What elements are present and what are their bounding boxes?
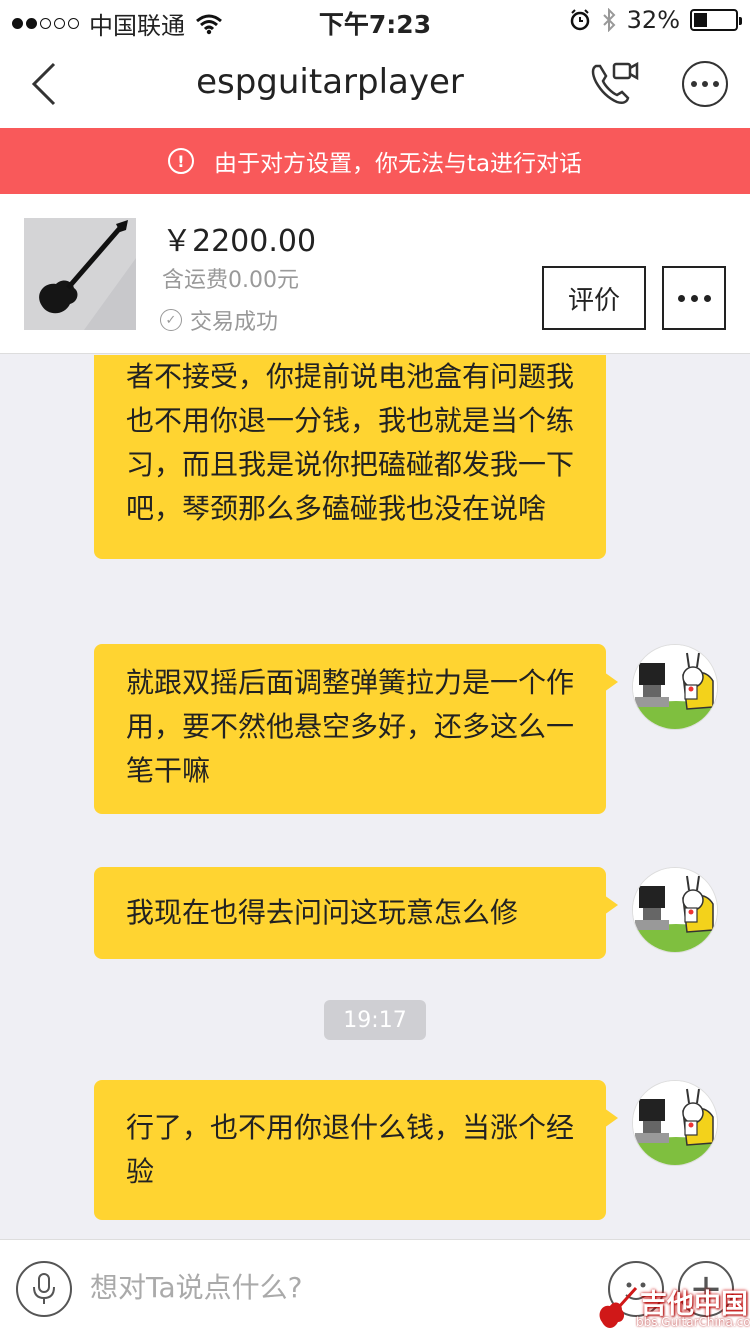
trade-status: ✓ 交易成功 [160,304,278,336]
avatar-cartoon-icon [633,1081,717,1165]
avatar-cartoon-icon [633,645,717,729]
status-bar: 中国联通 下午7:23 32% [0,0,750,40]
product-card[interactable]: ￥2200.00 含运费0.00元 ✓ 交易成功 评价 [0,194,750,354]
message-text: 就跟双摇后面调整弹簧拉力是一个作用，要不然他悬空多好，还多这么一笔干嘛 [126,666,575,787]
avatar[interactable] [632,644,718,730]
product-thumbnail[interactable] [24,218,136,330]
check-circle-icon: ✓ [160,309,182,331]
message-bubble[interactable]: 者不接受，你提前说电池盒有问题我也不用你退一分钱，我也就是当个练习，而且我是说你… [94,355,606,559]
nav-bar: espguitarplayer [0,40,750,128]
trade-status-label: 交易成功 [190,310,279,335]
battery-icon [690,9,742,31]
message-bubble[interactable]: 行了，也不用你退什么钱，当涨个经验 [94,1080,618,1220]
more-dots-icon[interactable] [682,61,728,107]
bluetooth-icon [602,8,616,32]
battery-percent: 32% [626,6,680,34]
chat-partner-name: espguitarplayer [196,62,464,102]
message-timestamp: 19:17 [324,1000,426,1040]
message-text: 我现在也得去问问这玩意怎么修 [126,896,519,929]
alarm-icon [570,9,589,31]
input-bar: + [0,1239,750,1334]
message-bubble[interactable]: 就跟双摇后面调整弹簧拉力是一个作用，要不然他悬空多好，还多这么一笔干嘛 [94,644,618,814]
avatar-cartoon-icon [633,868,717,952]
avatar[interactable] [632,867,718,953]
message-bubble[interactable]: 我现在也得去问问这玩意怎么修 [94,867,618,959]
guitar-image [24,218,136,330]
add-attachment-icon[interactable]: + [678,1261,734,1317]
blocked-conversation-banner: ! 由于对方设置，你无法与ta进行对话 [0,128,750,194]
message-text: 行了，也不用你退什么钱，当涨个经验 [126,1111,575,1188]
emoji-icon[interactable] [608,1261,664,1317]
product-price: ￥2200.00 [162,224,317,259]
info-icon: ! [167,148,194,174]
product-more-button[interactable] [662,266,726,330]
banner-text: 由于对方设置，你无法与ta进行对话 [213,151,583,177]
phone-video-icon[interactable] [586,58,640,110]
chat-area[interactable]: 者不接受，你提前说电池盒有问题我也不用你退一分钱，我也就是当个练习，而且我是说你… [0,355,750,1239]
message-text: 者不接受，你提前说电池盒有问题我也不用你退一分钱，我也就是当个练习，而且我是说你… [126,360,575,525]
message-input[interactable] [90,1254,590,1320]
avatar[interactable] [632,1080,718,1166]
microphone-icon[interactable] [16,1261,72,1317]
shipping-fee: 含运费0.00元 [162,268,299,293]
rate-button[interactable]: 评价 [542,266,646,330]
